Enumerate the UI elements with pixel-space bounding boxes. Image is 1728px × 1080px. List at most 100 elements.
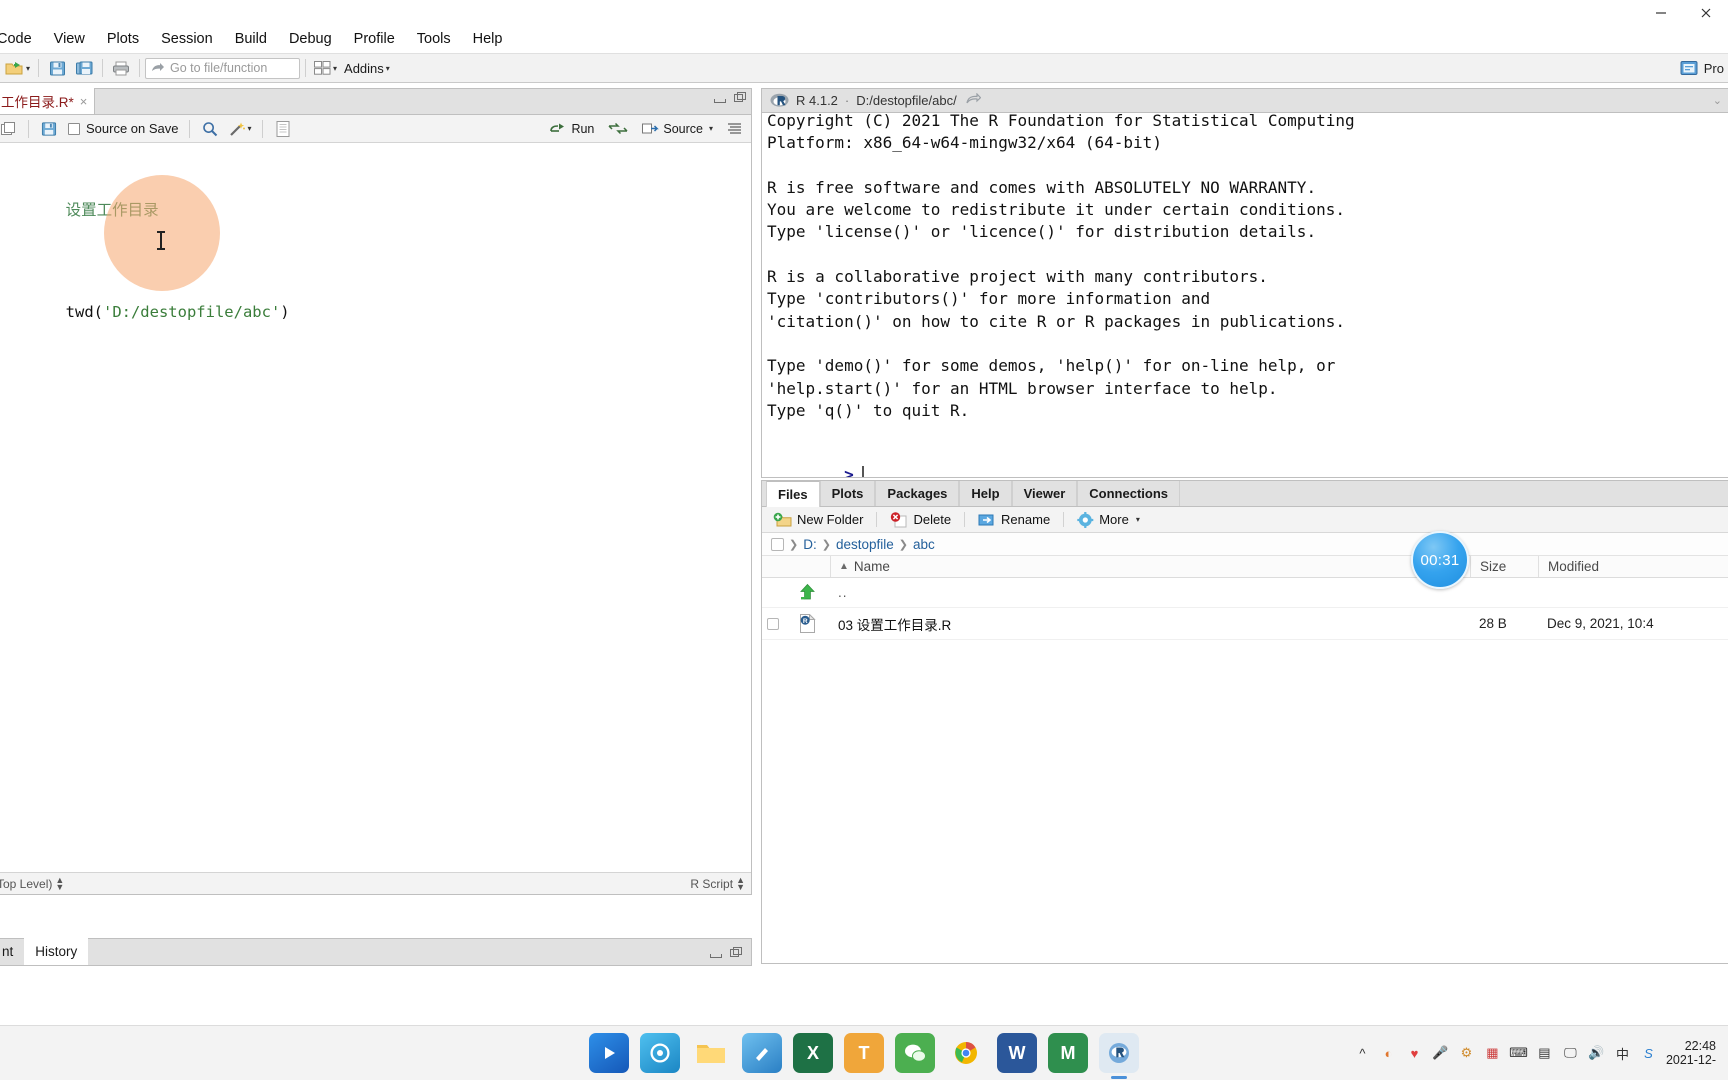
close-button[interactable] [1683,0,1728,25]
tab-connections[interactable]: Connections [1077,481,1181,506]
addins-button[interactable]: Addins ▾ [341,55,393,81]
tab-plots[interactable]: Plots [819,481,876,506]
table-row[interactable]: R 03 设置工作目录.R 28 B Dec 9, 2021, 10:4 [762,608,1728,640]
volume-icon[interactable]: 🔊 [1588,1045,1605,1062]
rename-button[interactable]: Rename [973,510,1055,530]
editor-tab-close-icon[interactable]: × [80,94,88,109]
header-modified-column[interactable]: Modified [1538,556,1728,577]
ime-language-icon[interactable]: 中 [1614,1045,1631,1062]
source-on-save-checkbox[interactable]: Source on Save [65,116,182,142]
find-replace-button[interactable] [197,116,223,142]
network-icon[interactable]: ▤ [1536,1045,1553,1062]
menu-item-profile[interactable]: Profile [343,28,406,50]
row-name-cell[interactable]: .. [830,585,1470,600]
run-button[interactable]: Run [546,120,598,138]
file-type-indicator[interactable]: R Script ▲ ▼ [690,875,745,891]
minimize-pane-icon[interactable] [710,947,723,958]
scope-stepper-icon[interactable]: ▲ ▼ [55,875,64,891]
pane-layout-button[interactable]: ▾ [311,55,340,81]
taskbar-app-file-explorer[interactable] [691,1033,731,1073]
scope-indicator[interactable]: Top Level) ▲ ▼ [0,875,64,891]
header-name-column[interactable]: ▲ Name [830,556,1470,577]
keyboard-icon[interactable]: ⌨ [1509,1045,1528,1062]
source-button[interactable]: Source ▾ [638,120,717,138]
menu-item-code[interactable]: Code [0,28,43,50]
breadcrumb-item-abc[interactable]: abc [913,537,935,552]
tab-files[interactable]: Files [766,481,820,507]
breadcrumb-item-drive[interactable]: D: [803,537,817,552]
tab-help[interactable]: Help [959,481,1012,506]
menu-item-help[interactable]: Help [462,28,514,50]
pane-layout-caret-icon[interactable]: ▾ [333,64,337,73]
music-icon[interactable]: ▦ [1484,1045,1501,1062]
row-checkbox[interactable] [767,617,779,630]
file-type-stepper-icon[interactable]: ▲ ▼ [736,875,745,891]
editor-tab-working-directory[interactable]: 工作目录.R* × [0,88,96,114]
new-file-button[interactable]: ▾ [2,55,33,81]
outline-button[interactable] [723,120,746,137]
menu-item-build[interactable]: Build [224,28,278,50]
goto-file-function-input[interactable]: Go to file/function [145,57,301,79]
taskbar-app-paint[interactable] [742,1033,782,1073]
new-file-caret-icon[interactable]: ▾ [26,64,30,73]
table-row[interactable]: .. [762,578,1728,608]
taskbar-app-rstudio[interactable] [1099,1033,1139,1073]
breadcrumb-item-destopfile[interactable]: destopfile [836,537,894,552]
code-tools-caret-icon[interactable]: ▾ [248,124,252,133]
taskbar-app-browser-360[interactable] [640,1033,680,1073]
tab-environment[interactable]: nt [0,938,24,965]
menu-item-tools[interactable]: Tools [406,28,462,50]
maximize-pane-icon[interactable] [734,92,747,103]
console-working-directory[interactable]: D:/destopfile/abc/ [856,93,956,108]
source-on-save-box-icon[interactable] [68,122,80,135]
print-button[interactable] [108,55,134,81]
tab-packages[interactable]: Packages [875,481,960,506]
show-in-new-window-button[interactable] [0,116,21,142]
menu-item-plots[interactable]: Plots [96,28,150,50]
tab-history[interactable]: History [24,938,89,965]
taskbar-app-chrome[interactable] [946,1033,986,1073]
show-hidden-icons-icon[interactable]: ^ [1354,1045,1371,1062]
save-all-button[interactable] [71,55,97,81]
select-all-checkbox[interactable] [771,537,784,551]
console-prompt-line[interactable]: > [767,442,1728,477]
taskbar-app-excel[interactable]: X [793,1033,833,1073]
more-button[interactable]: More ▾ [1072,510,1145,530]
taskbar-app-xmind[interactable]: M [1048,1033,1088,1073]
more-caret-icon[interactable]: ▾ [1136,515,1140,524]
health-monitor-icon[interactable]: ♥ [1406,1045,1423,1062]
compile-report-button[interactable] [270,116,296,142]
code-tools-button[interactable]: ▾ [226,116,255,142]
console-pane-buttons[interactable]: ⌄ [1713,94,1722,107]
row-name-cell[interactable]: 03 设置工作目录.R [830,614,1470,634]
delete-button[interactable]: Delete [885,510,956,530]
minimize-pane-icon[interactable] [714,92,727,103]
tab-viewer[interactable]: Viewer [1011,481,1078,506]
minimize-button[interactable] [1638,0,1683,25]
save-source-button[interactable] [36,116,62,142]
code-line-setwd[interactable]: twd('D:/destopfile/abc') [0,261,751,363]
taskbar-app-wechat[interactable] [895,1033,935,1073]
console-open-directory-icon[interactable] [966,92,982,108]
rerun-button[interactable] [604,120,632,137]
display-icon[interactable]: 🖵 [1562,1045,1579,1062]
taskbar-app-text-editor[interactable]: T [844,1033,884,1073]
code-line-comment[interactable]: 设置工作目录 [0,159,751,261]
sogou-ime-icon[interactable]: S [1640,1045,1657,1062]
taskbar-app-video-player[interactable] [589,1033,629,1073]
save-button[interactable] [44,55,70,81]
menu-item-session[interactable]: Session [150,28,224,50]
console-output[interactable]: Copyright (C) 2021 The R Foundation for … [762,114,1728,477]
menu-item-view[interactable]: View [43,28,96,50]
row-checkbox-cell[interactable] [762,617,784,630]
code-editor[interactable]: 设置工作目录 twd('D:/destopfile/abc') [0,144,751,871]
source-caret-icon[interactable]: ▾ [709,124,713,133]
taskbar-app-word[interactable]: W [997,1033,1037,1073]
header-size-column[interactable]: Size [1470,556,1538,577]
menu-item-debug[interactable]: Debug [278,28,343,50]
maximize-pane-icon[interactable] [730,947,743,958]
settings-icon[interactable]: ⚙ [1458,1045,1475,1062]
microphone-icon[interactable]: 🎤 [1432,1045,1449,1062]
security-shield-icon[interactable]: ◐ [1380,1045,1397,1062]
taskbar-clock[interactable]: 22:48 2021-12- [1666,1039,1720,1067]
